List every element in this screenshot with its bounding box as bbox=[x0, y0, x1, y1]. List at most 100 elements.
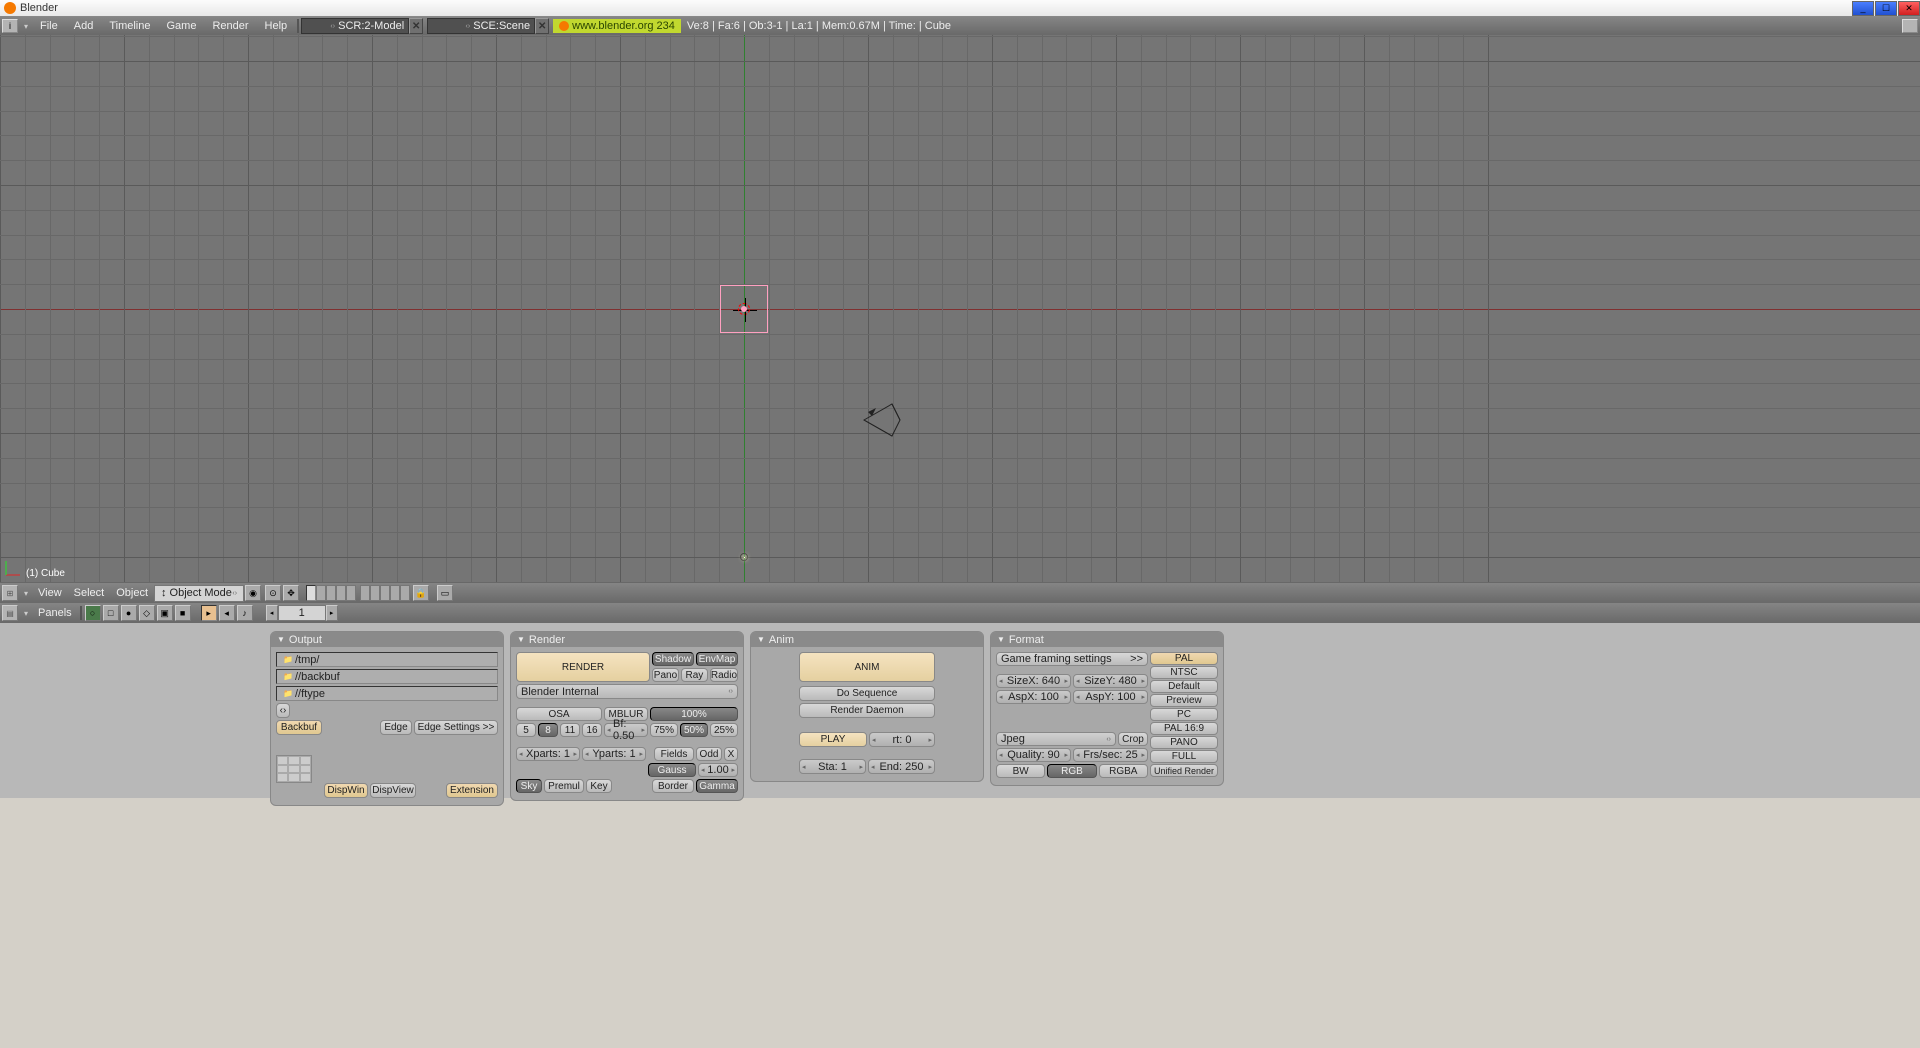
maximize-button[interactable]: ☐ bbox=[1875, 1, 1897, 16]
quality-field[interactable]: ◂Quality: 90▸ bbox=[996, 748, 1071, 762]
yparts-field[interactable]: ◂Yparts: 1▸ bbox=[582, 747, 646, 761]
render-daemon-button[interactable]: Render Daemon bbox=[799, 703, 935, 718]
frame-field[interactable]: 1 bbox=[278, 605, 326, 621]
render-preview-button[interactable]: ▭ bbox=[437, 585, 453, 601]
backbuf-button[interactable]: Backbuf bbox=[276, 720, 322, 735]
format-panel-header[interactable]: ▼Format bbox=[991, 632, 1223, 647]
menu-file[interactable]: File bbox=[32, 20, 66, 32]
backbuf-path-field[interactable]: 📁//backbuf bbox=[276, 669, 498, 684]
bw-button[interactable]: BW bbox=[996, 764, 1045, 778]
lock-button[interactable]: 🔒 bbox=[413, 585, 429, 601]
preview-preset[interactable]: Preview bbox=[1150, 694, 1218, 707]
pc-preset[interactable]: PC bbox=[1150, 708, 1218, 721]
anim-button[interactable]: ANIM bbox=[799, 652, 935, 682]
frame-prev[interactable]: ◂ bbox=[266, 605, 278, 621]
osa16-button[interactable]: 16 bbox=[582, 723, 602, 737]
shadow-button[interactable]: Shadow bbox=[652, 652, 694, 666]
radio-button[interactable]: Radio bbox=[710, 668, 738, 682]
viewport-type-icon[interactable]: ⊞ bbox=[2, 585, 18, 601]
ftype-path-field[interactable]: 📁//ftype bbox=[276, 686, 498, 701]
layer-7[interactable] bbox=[370, 585, 380, 601]
layer-6[interactable] bbox=[360, 585, 370, 601]
shading-button[interactable]: ◉ bbox=[245, 585, 261, 601]
pal169-preset[interactable]: PAL 16:9 bbox=[1150, 722, 1218, 735]
quadview-selector[interactable] bbox=[276, 755, 312, 783]
scene-dropdown[interactable]: ‹› SCE:Scene bbox=[427, 18, 535, 34]
context-editing[interactable]: ▣ bbox=[157, 605, 173, 621]
gauss-button[interactable]: Gauss bbox=[648, 763, 696, 777]
gauss-val-field[interactable]: ◂1.00▸ bbox=[698, 763, 738, 777]
aspy-field[interactable]: ◂AspY: 100▸ bbox=[1073, 690, 1148, 704]
fps-field[interactable]: ◂Frs/sec: 25▸ bbox=[1073, 748, 1148, 762]
context-shading[interactable]: ● bbox=[121, 605, 137, 621]
key-button[interactable]: Key bbox=[586, 779, 612, 793]
rgba-button[interactable]: RGBA bbox=[1099, 764, 1148, 778]
rgb-button[interactable]: RGB bbox=[1047, 764, 1096, 778]
subcontext-sound[interactable]: ♪ bbox=[237, 605, 253, 621]
context-script[interactable]: □ bbox=[103, 605, 119, 621]
menu-timeline[interactable]: Timeline bbox=[101, 20, 158, 32]
sta-field[interactable]: ◂Sta: 1▸ bbox=[799, 759, 866, 774]
extension-button[interactable]: Extension bbox=[446, 783, 498, 798]
sizey-field[interactable]: ◂SizeY: 480▸ bbox=[1073, 674, 1148, 688]
collapse-icon[interactable]: ▾ bbox=[20, 19, 32, 33]
edge-settings-button[interactable]: Edge Settings >> bbox=[414, 720, 498, 735]
minimize-button[interactable]: _ bbox=[1852, 1, 1874, 16]
game-framing-button[interactable]: Game framing settings>> bbox=[996, 652, 1148, 666]
unified-render-button[interactable]: Unified Render bbox=[1150, 764, 1218, 777]
menubar-right-icon[interactable] bbox=[1902, 19, 1918, 33]
buttons-type-icon[interactable]: ▤ bbox=[2, 605, 18, 621]
osa-button[interactable]: OSA bbox=[516, 707, 602, 721]
pal-preset[interactable]: PAL bbox=[1150, 652, 1218, 665]
vp-menu-view[interactable]: View bbox=[32, 587, 68, 599]
buttons-collapse-icon[interactable]: ▾ bbox=[20, 606, 32, 620]
context-logic[interactable]: ○ bbox=[85, 605, 101, 621]
pct25-button[interactable]: 25% bbox=[710, 723, 738, 737]
scene-link-button[interactable]: ‹› bbox=[276, 703, 290, 718]
aspx-field[interactable]: ◂AspX: 100▸ bbox=[996, 690, 1071, 704]
screen-delete-button[interactable]: ✕ bbox=[409, 18, 423, 34]
mode-dropdown[interactable]: ↕Object Mode‹› bbox=[154, 585, 244, 602]
layer-1[interactable] bbox=[306, 585, 316, 601]
menu-add[interactable]: Add bbox=[66, 20, 102, 32]
osa5-button[interactable]: 5 bbox=[516, 723, 536, 737]
pct50-button[interactable]: 50% bbox=[680, 723, 708, 737]
sky-button[interactable]: Sky bbox=[516, 779, 542, 793]
default-preset[interactable]: Default bbox=[1150, 680, 1218, 693]
premul-button[interactable]: Premul bbox=[544, 779, 584, 793]
frame-next[interactable]: ▸ bbox=[326, 605, 338, 621]
fields-button[interactable]: Fields bbox=[654, 747, 694, 761]
pct75-button[interactable]: 75% bbox=[650, 723, 678, 737]
layer-10[interactable] bbox=[400, 585, 410, 601]
camera-object[interactable] bbox=[862, 402, 902, 438]
xparts-field[interactable]: ◂Xparts: 1▸ bbox=[516, 747, 580, 761]
menu-help[interactable]: Help bbox=[257, 20, 296, 32]
x-button[interactable]: X bbox=[724, 747, 738, 761]
dispview-button[interactable]: DispView bbox=[370, 783, 416, 798]
window-type-icon[interactable]: i bbox=[2, 19, 18, 33]
bf-field[interactable]: ◂Bf: 0.50▸ bbox=[604, 723, 648, 737]
ray-button[interactable]: Ray bbox=[681, 668, 708, 682]
manipulator-button[interactable]: ✥ bbox=[283, 585, 299, 601]
play-button[interactable]: PLAY bbox=[799, 732, 867, 747]
odd-button[interactable]: Odd bbox=[696, 747, 722, 761]
pct100-button[interactable]: 100% bbox=[650, 707, 738, 721]
menu-game[interactable]: Game bbox=[158, 20, 204, 32]
menu-render[interactable]: Render bbox=[204, 20, 256, 32]
subcontext-anim[interactable]: ◂ bbox=[219, 605, 235, 621]
engine-dropdown[interactable]: Blender Internal‹› bbox=[516, 684, 738, 699]
layer-3[interactable] bbox=[326, 585, 336, 601]
border-button[interactable]: Border bbox=[652, 779, 694, 793]
crop-button[interactable]: Crop bbox=[1118, 732, 1148, 746]
lamp-object[interactable] bbox=[740, 553, 748, 561]
render-button[interactable]: RENDER bbox=[516, 652, 650, 682]
cube-object[interactable] bbox=[720, 285, 768, 333]
screen-dropdown[interactable]: ‹› SCR:2-Model bbox=[301, 18, 409, 34]
context-scene[interactable]: ■ bbox=[175, 605, 191, 621]
format-dropdown[interactable]: Jpeg‹› bbox=[996, 732, 1116, 746]
layer-4[interactable] bbox=[336, 585, 346, 601]
vp-menu-object[interactable]: Object bbox=[110, 587, 154, 599]
rt-field[interactable]: ◂rt: 0▸ bbox=[869, 732, 935, 747]
ntsc-preset[interactable]: NTSC bbox=[1150, 666, 1218, 679]
osa11-button[interactable]: 11 bbox=[560, 723, 580, 737]
